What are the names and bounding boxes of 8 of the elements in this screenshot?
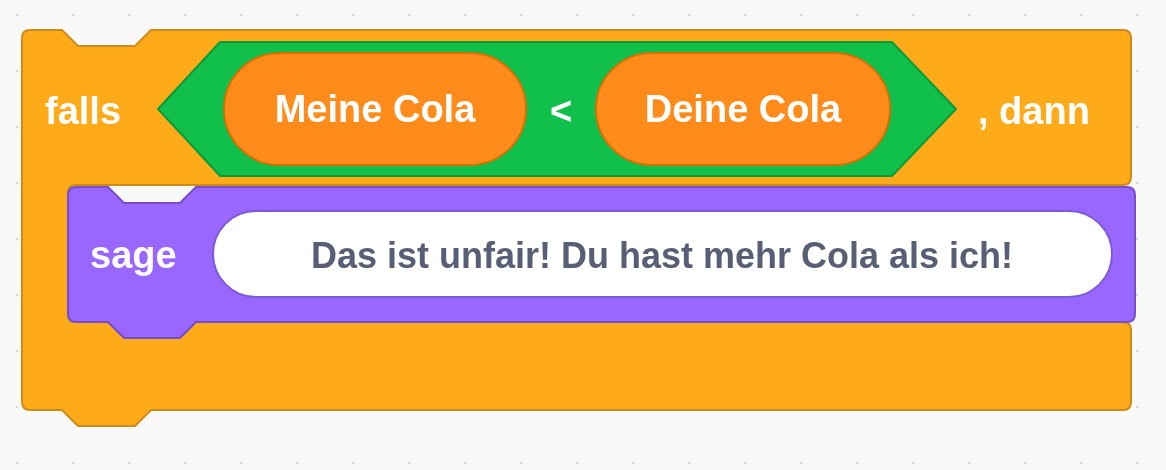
variable-reporter[interactable]: Deine Cola xyxy=(595,52,891,166)
operator-label: < xyxy=(549,90,573,132)
block-label: , dann xyxy=(978,90,1090,132)
block-label: sage xyxy=(90,234,177,276)
variable-reporter[interactable]: Meine Cola xyxy=(223,52,527,166)
text-input-field[interactable]: Das ist unfair! Du hast mehr Cola als ich! xyxy=(212,210,1113,298)
block-label: falls xyxy=(45,90,122,132)
comparison-block[interactable]: Meine Cola Deine Cola < xyxy=(156,41,958,177)
